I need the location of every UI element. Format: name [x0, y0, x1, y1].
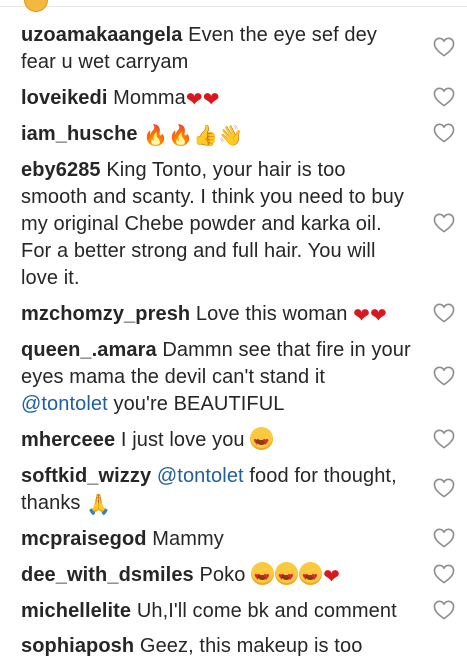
like-heart-icon[interactable]: [433, 213, 455, 233]
top-divider: [0, 0, 467, 7]
like-heart-icon[interactable]: [433, 87, 455, 107]
comment-username[interactable]: iam_husche: [21, 123, 138, 145]
comment-text: Poko: [199, 564, 246, 586]
comment-item: dee_with_dsmiles Poko ❤: [21, 562, 416, 591]
like-heart-icon[interactable]: [433, 123, 455, 143]
like-heart-icon[interactable]: [433, 564, 455, 584]
mention-link[interactable]: @tontolet: [21, 393, 108, 415]
fire-thumb-wave-emojis: 🔥🔥👍👋: [143, 125, 244, 147]
heart-eyes-emoji: [275, 562, 299, 591]
comment-item: uzoamakaangela Even the eye sef dey fear…: [21, 22, 416, 76]
like-heart-icon[interactable]: [433, 528, 455, 548]
heart-eyes-emoji: [251, 562, 275, 591]
comment-username[interactable]: mcpraisegod: [21, 528, 147, 550]
comment-item: eby6285 King Tonto, your hair is too smo…: [21, 157, 416, 292]
comment-item: mzchomzy_presh Love this woman ❤❤: [21, 301, 416, 328]
comment-text: Geez, this makeup is too: [139, 635, 363, 657]
like-heart-icon[interactable]: [433, 600, 455, 620]
comment-username[interactable]: queen_.amara: [21, 339, 157, 361]
comment-username[interactable]: eby6285: [21, 159, 101, 181]
like-heart-icon[interactable]: [433, 429, 455, 449]
comment-item: mherceee I just love you: [21, 427, 416, 456]
comment-item: queen_.amara Dammn see that fire in your…: [21, 337, 416, 418]
comment-text: I just love you: [120, 429, 245, 451]
previous-comment-emoji: [24, 0, 48, 12]
comment-item: loveikedi Momma❤❤: [21, 85, 416, 112]
comment-username[interactable]: mherceee: [21, 429, 115, 451]
folded-hands-emoji: 🙏: [86, 494, 112, 516]
heart-eyes-emoji: [250, 427, 274, 456]
comment-item: mcpraisegod Mammy: [21, 526, 416, 553]
like-heart-icon[interactable]: [433, 37, 455, 57]
mention-link[interactable]: @tontolet: [157, 465, 244, 487]
comment-item: softkid_wizzy @tontolet food for thought…: [21, 463, 416, 517]
like-heart-icon[interactable]: [433, 303, 455, 323]
red-heart-emoji: ❤❤: [353, 305, 387, 327]
comment-username[interactable]: sophiaposh: [21, 635, 134, 657]
heart-eyes-emoji: [299, 562, 323, 591]
comment-username[interactable]: michellelite: [21, 600, 131, 622]
comment-username[interactable]: softkid_wizzy: [21, 465, 151, 487]
comment-text: you're BEAUTIFUL: [113, 393, 285, 415]
comment-text: Uh,I'll come bk and comment: [136, 600, 397, 622]
comment-text: Love this woman: [195, 303, 348, 325]
comment-item: michellelite Uh,I'll come bk and comment: [21, 598, 416, 625]
red-heart-emoji: ❤: [323, 566, 340, 588]
comment-item: iam_husche 🔥🔥👍👋: [21, 121, 416, 148]
like-heart-icon[interactable]: [433, 366, 455, 386]
red-heart-emoji: ❤❤: [185, 89, 220, 111]
like-heart-icon[interactable]: [433, 478, 455, 498]
comment-username[interactable]: mzchomzy_presh: [21, 303, 190, 325]
comment-username[interactable]: dee_with_dsmiles: [21, 564, 194, 586]
comment-text: Mammy: [152, 528, 224, 550]
comment-username[interactable]: loveikedi: [21, 87, 108, 109]
comment-username[interactable]: uzoamakaangela: [21, 24, 182, 46]
comment-text: Momma: [113, 87, 186, 109]
